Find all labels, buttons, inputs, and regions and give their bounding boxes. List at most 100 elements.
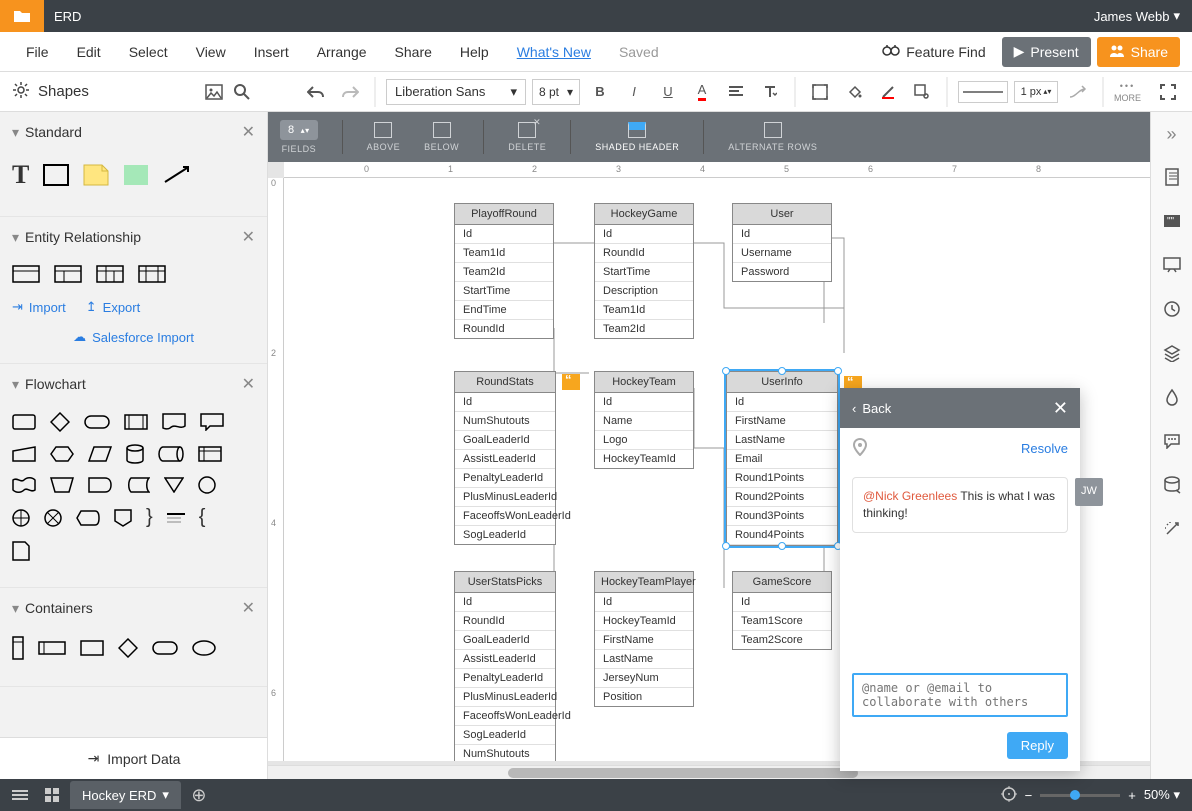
er-shape-2[interactable] <box>54 265 82 283</box>
bold-button[interactable]: B <box>586 78 614 106</box>
cont-lane-v[interactable] <box>12 636 24 660</box>
comment-reply-input[interactable] <box>852 673 1068 717</box>
fc-stored[interactable] <box>126 477 150 493</box>
fc-offpage[interactable] <box>114 509 132 527</box>
fc-tape[interactable] <box>12 477 36 493</box>
page-tab[interactable]: Hockey ERD ▾ <box>70 781 181 809</box>
er-shape-4[interactable] <box>138 265 166 283</box>
menu-insert[interactable]: Insert <box>240 44 303 60</box>
ink-icon[interactable] <box>1160 385 1184 409</box>
align-button[interactable] <box>722 78 750 106</box>
fc-hex[interactable] <box>50 446 74 462</box>
grid-view-icon[interactable] <box>38 781 66 809</box>
add-above[interactable]: ABOVE <box>367 122 401 152</box>
text-color-button[interactable]: A <box>688 78 716 106</box>
gear-icon[interactable] <box>12 81 30 102</box>
comment-close-button[interactable]: ✕ <box>1053 398 1068 419</box>
fc-curly[interactable]: { <box>199 506 206 529</box>
document-title[interactable]: ERD <box>54 9 1082 24</box>
image-icon[interactable] <box>200 78 228 106</box>
zoom-value[interactable]: 50% ▾ <box>1144 787 1180 803</box>
arrow-style-button[interactable] <box>1064 78 1092 106</box>
fc-internal[interactable] <box>198 446 222 462</box>
fc-or[interactable] <box>12 509 30 527</box>
font-select[interactable]: Liberation Sans▾ <box>386 79 526 105</box>
fc-doc[interactable] <box>162 413 186 431</box>
reply-button[interactable]: Reply <box>1007 732 1068 759</box>
search-icon[interactable] <box>228 78 256 106</box>
fill-button[interactable] <box>840 78 868 106</box>
folder-icon[interactable] <box>0 0 44 32</box>
share-button[interactable]: Share <box>1097 37 1180 67</box>
fullscreen-button[interactable] <box>1154 78 1182 106</box>
cont-lane-h[interactable] <box>38 641 66 655</box>
close-icon[interactable]: ✕ <box>242 598 255 618</box>
fc-connector[interactable] <box>198 476 216 494</box>
close-icon[interactable]: ✕ <box>242 122 255 142</box>
shape-rect[interactable] <box>43 164 69 186</box>
feature-find[interactable]: Feature Find <box>872 43 995 60</box>
cont-rect[interactable] <box>80 640 104 656</box>
cont-pill[interactable] <box>152 641 178 655</box>
user-menu[interactable]: James Webb ▾ <box>1082 8 1192 24</box>
menu-view[interactable]: View <box>182 44 240 60</box>
menu-edit[interactable]: Edit <box>63 44 115 60</box>
comment-indicator-icon[interactable] <box>562 374 580 390</box>
fields-stepper[interactable]: 8▴▾ FIELDS <box>280 120 318 154</box>
fc-diamond[interactable] <box>50 412 70 432</box>
cont-diamond[interactable] <box>118 638 138 658</box>
line-style-select[interactable] <box>958 81 1008 103</box>
delete-field[interactable]: ✕DELETE <box>508 122 546 152</box>
italic-button[interactable]: I <box>620 78 648 106</box>
shape-text[interactable]: T <box>12 160 29 190</box>
menu-arrange[interactable]: Arrange <box>303 44 381 60</box>
redo-button[interactable] <box>336 78 364 106</box>
section-standard-header[interactable]: ▾ Standard ✕ <box>0 112 267 152</box>
fc-brace[interactable]: } <box>146 506 153 529</box>
close-icon[interactable]: ✕ <box>242 227 255 247</box>
data-icon[interactable] <box>1160 473 1184 497</box>
line-color-button[interactable] <box>874 78 902 106</box>
menu-select[interactable]: Select <box>115 44 182 60</box>
list-view-icon[interactable] <box>6 781 34 809</box>
fc-card[interactable] <box>12 541 30 561</box>
shape-arrow[interactable] <box>163 166 191 184</box>
resolve-link[interactable]: Resolve <box>1021 441 1068 456</box>
section-flowchart-header[interactable]: ▾ Flowchart ✕ <box>0 364 267 404</box>
more-button[interactable]: ••• MORE <box>1114 81 1141 103</box>
fc-merge[interactable] <box>164 477 184 493</box>
table-hockey-game[interactable]: HockeyGame Id RoundId StartTime Descript… <box>594 203 694 339</box>
fc-note[interactable] <box>167 511 185 525</box>
present-icon[interactable] <box>1160 253 1184 277</box>
underline-button[interactable]: U <box>654 78 682 106</box>
fc-sum[interactable] <box>44 509 62 527</box>
fc-db[interactable] <box>126 444 144 464</box>
add-below[interactable]: BELOW <box>424 122 459 152</box>
text-options-button[interactable] <box>756 78 784 106</box>
section-er-header[interactable]: ▾ Entity Relationship ✕ <box>0 217 267 257</box>
fc-callout[interactable] <box>200 413 224 431</box>
quote-icon[interactable]: "" <box>1160 209 1184 233</box>
target-icon[interactable] <box>1001 786 1017 805</box>
font-size-select[interactable]: 8 pt▾ <box>532 79 580 105</box>
zoom-out-button[interactable]: − <box>1025 788 1033 803</box>
shape-frame-button[interactable] <box>806 78 834 106</box>
close-icon[interactable]: ✕ <box>242 374 255 394</box>
page-icon[interactable] <box>1160 165 1184 189</box>
cont-ellipse[interactable] <box>192 640 216 656</box>
fc-direct[interactable] <box>158 446 184 462</box>
fc-manual[interactable] <box>50 477 74 493</box>
er-shape-3[interactable] <box>96 265 124 283</box>
import-data-button[interactable]: ⇥ Import Data <box>0 737 268 779</box>
layers-icon[interactable] <box>1160 341 1184 365</box>
chat-icon[interactable] <box>1160 429 1184 453</box>
table-round-stats[interactable]: RoundStats Id NumShutouts GoalLeaderId A… <box>454 371 556 545</box>
comment-back-button[interactable]: ‹ Back <box>852 401 1053 416</box>
magic-icon[interactable] <box>1160 517 1184 541</box>
menu-whats-new[interactable]: What's New <box>503 44 605 60</box>
add-page-button[interactable]: ⊕ <box>185 781 213 809</box>
zoom-in-button[interactable]: + <box>1128 788 1136 803</box>
table-user[interactable]: User Id Username Password <box>732 203 832 282</box>
table-user-stats-picks[interactable]: UserStatsPicks Id RoundId GoalLeaderId A… <box>454 571 556 761</box>
table-hockey-team-player[interactable]: HockeyTeamPlayer Id HockeyTeamId FirstNa… <box>594 571 694 707</box>
